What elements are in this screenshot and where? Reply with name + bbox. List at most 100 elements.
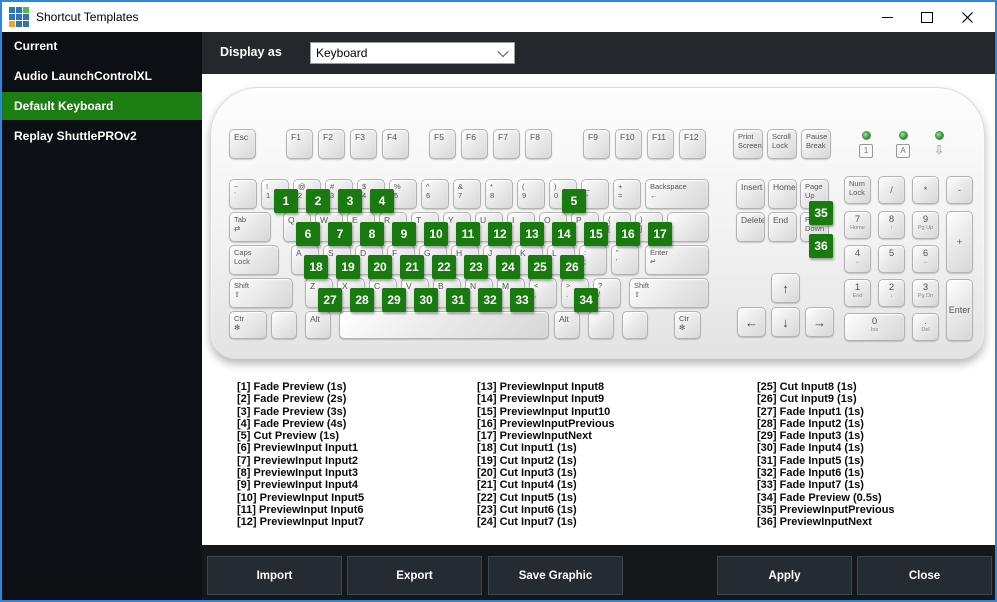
keyboard-key: /	[878, 176, 905, 204]
shortcut-number-badge: 6	[296, 222, 320, 246]
shortcut-list-item: [31] Fade Input5 (1s)	[757, 454, 864, 467]
shortcut-list-item: [36] PreviewInputNext	[757, 516, 872, 529]
close-button[interactable]	[947, 2, 987, 32]
key-label: F10	[620, 132, 635, 142]
key-label: ←	[745, 314, 758, 330]
shortcut-number-badge: 1	[274, 189, 298, 213]
shortcut-number-badge: 34	[574, 288, 598, 312]
shortcut-number-badge: 17	[648, 222, 672, 246]
keyboard-key	[622, 311, 648, 339]
shortcut-list-item: [24] Cut Input7 (1s)	[477, 516, 577, 529]
sidebar-item-default-keyboard[interactable]: Default Keyboard	[2, 92, 202, 120]
key-label: 3	[922, 282, 929, 293]
key-label: F4	[387, 132, 397, 142]
sidebar-item-audio-launchcontrolxl[interactable]: Audio LaunchControlXL	[2, 62, 202, 90]
keyboard-key: Backspace ←	[645, 179, 709, 209]
keyboard-key: Shift ⇧	[229, 278, 293, 308]
key-label: ↑	[890, 225, 893, 231]
shortcut-number-badge: 15	[584, 222, 608, 246]
keyboard-key: ↓	[771, 307, 800, 337]
key-label: 0	[871, 316, 878, 327]
keyboard-key: ↑	[771, 273, 800, 303]
keyboard-key: 9 Pg Up	[912, 211, 939, 239]
shortcut-number-badge: 24	[496, 255, 520, 279]
key-label: Caps	[234, 248, 252, 257]
key-label: Home	[850, 225, 865, 231]
key-label: Pause	[806, 132, 828, 141]
key-label: ⇄	[234, 223, 241, 233]
sidebar-item-current[interactable]: Current	[2, 32, 202, 60]
key-label: Num	[849, 179, 865, 188]
shortcut-number-badge: 33	[510, 288, 534, 312]
keyboard-key: Insert	[736, 179, 765, 209]
shortcut-number-badge: 30	[414, 288, 438, 312]
keyboard-key: Num Lock	[844, 176, 871, 204]
sidebar-item-replay-shuttleprov2[interactable]: Replay ShuttlePROv2	[2, 122, 202, 150]
keyboard-graphic: Esc F1 F2 F3 F4 F5 F6 F7 F8 F9 F10 F11 F12 Print Scree…	[210, 87, 985, 359]
shortcut-list-item: [28] Fade Input2 (1s)	[757, 417, 864, 430]
key-label: →	[813, 314, 826, 330]
window-title: Shortcut Templates	[36, 10, 139, 24]
shortcut-list-item: [16] PreviewInputPrevious	[477, 417, 615, 430]
keyboard-key: 1 End	[844, 279, 871, 307]
shortcut-list-item: [6] PreviewInput Input1	[237, 442, 359, 455]
keyboard-key: Ctr ✻	[229, 311, 267, 339]
shortcut-number-badge: 7	[328, 222, 352, 246]
keyboard-led: 1	[854, 131, 878, 158]
export-button[interactable]: Export	[347, 556, 482, 595]
shortcut-list-item: [10] PreviewInput Input5	[237, 491, 365, 504]
key-label: Screen	[738, 140, 762, 150]
keyboard-key: F5	[429, 129, 456, 159]
keyboard-key: F11	[647, 129, 674, 159]
key-label: F5	[434, 132, 444, 142]
import-button[interactable]: Import	[207, 556, 342, 595]
app-icon-square	[16, 7, 22, 13]
key-label: F1	[291, 132, 301, 142]
keyboard-key	[588, 311, 614, 339]
keyboard-key: Ctr ✻	[674, 311, 701, 339]
key-label: ^	[426, 182, 430, 191]
key-label: ↵	[650, 256, 657, 266]
keyboard-key: ^ 6	[421, 179, 449, 209]
shortcut-number-badge: 5	[562, 189, 586, 213]
key-label: 6	[922, 248, 929, 259]
keyboard-key	[339, 311, 549, 339]
keyboard-key: Scroll Lock	[767, 129, 797, 159]
key-label: Enter	[948, 305, 971, 315]
shortcut-list-item: [22] Cut Input5 (1s)	[477, 491, 577, 504]
display-as-dropdown[interactable]: Keyboard	[310, 42, 515, 64]
keyboard-key: ~ `	[229, 179, 257, 209]
template-sidebar: Current Audio LaunchControlXL Default Keyb…	[2, 32, 202, 600]
keyboard-key: →	[805, 307, 834, 337]
keyboard-key: " '	[611, 245, 639, 275]
shortcut-list-item: [4] Fade Preview (4s)	[237, 417, 347, 430]
shortcut-number-badge: 12	[488, 222, 512, 246]
keyboard-key: F12	[679, 129, 706, 159]
keyboard-key: * 8	[485, 179, 513, 209]
key-label: Esc	[234, 132, 249, 142]
key-label: Tab	[234, 215, 247, 224]
shortcut-list-item: [12] PreviewInput Input7	[237, 516, 365, 529]
app-icon-square	[9, 7, 15, 13]
minimize-button[interactable]	[867, 2, 907, 32]
app-icon-square	[23, 21, 29, 27]
close-icon	[961, 11, 973, 23]
key-label: End	[852, 293, 863, 299]
shortcut-number-badge: 16	[616, 222, 640, 246]
key-label: Pg Dn	[917, 293, 934, 299]
key-label: Home	[773, 182, 796, 192]
apply-button[interactable]: Apply	[717, 556, 852, 595]
key-label: Ctr	[679, 314, 689, 323]
close-button[interactable]: Close	[857, 556, 992, 595]
shortcut-list-item: [20] Cut Input3 (1s)	[477, 467, 577, 480]
key-label: &	[458, 182, 464, 191]
key-label: Insert	[741, 182, 763, 192]
maximize-button[interactable]	[907, 2, 947, 32]
led-symbol: A	[896, 144, 910, 158]
shortcut-number-badge: 29	[382, 288, 406, 312]
keyboard-led: A	[891, 131, 915, 158]
keyboard-key: Shift ⇧	[629, 278, 709, 308]
key-label: .	[924, 316, 927, 327]
shortcut-list-item: [26] Cut Input9 (1s)	[757, 393, 857, 406]
save-graphic-button[interactable]: Save Graphic	[488, 556, 623, 595]
